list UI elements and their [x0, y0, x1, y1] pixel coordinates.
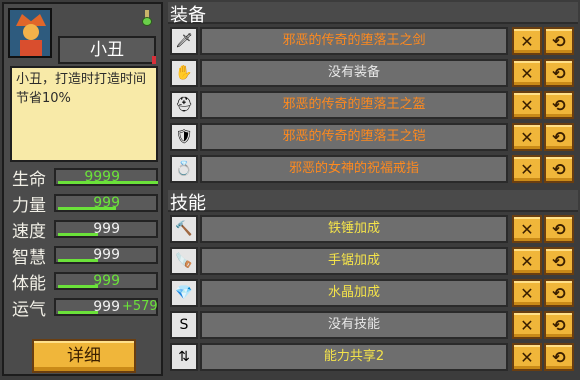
jester-head-icon: [23, 24, 39, 40]
remove-button[interactable]: ✕: [512, 247, 542, 275]
stat-row: 运气 999 +579: [10, 296, 160, 320]
stat-value-box: 9999: [54, 168, 158, 186]
stat-value-box: 999: [54, 246, 158, 264]
character-description: 小丑，打造时打造时间节省10%: [10, 66, 158, 162]
remove-button[interactable]: ✕: [512, 215, 542, 243]
remove-button[interactable]: ✕: [512, 279, 542, 307]
character-name-label: 小丑: [90, 40, 124, 60]
replace-button[interactable]: ⟲: [544, 343, 574, 371]
stat-bar: [58, 259, 98, 262]
hammer-icon[interactable]: 🔨: [170, 215, 198, 243]
skill-row: ⇅ 能力共享2 ✕ ⟲: [168, 342, 578, 372]
item-name: 没有技能: [200, 311, 508, 339]
stat-row: 速度 999: [10, 218, 160, 242]
remove-button[interactable]: ✕: [512, 91, 542, 119]
stat-bar: [58, 285, 98, 288]
stat-value-box: 999 +579: [54, 298, 158, 316]
ring-icon[interactable]: 💍: [170, 155, 198, 183]
stat-label: 运气: [12, 300, 46, 320]
stat-value-box: 999: [54, 272, 158, 290]
remove-button[interactable]: ✕: [512, 59, 542, 87]
equipment-header: 装备: [168, 2, 578, 26]
remove-button[interactable]: ✕: [512, 343, 542, 371]
skill-row: 🔨 铁锤加成 ✕ ⟲: [168, 214, 578, 244]
replace-button[interactable]: ⟲: [544, 155, 574, 183]
replace-button[interactable]: ⟲: [544, 215, 574, 243]
stat-label: 生命: [12, 170, 46, 190]
remove-button[interactable]: ✕: [512, 155, 542, 183]
skills-header: 技能: [168, 190, 578, 214]
stat-bar: [58, 233, 98, 236]
stat-bonus: +579: [122, 299, 158, 314]
remove-button[interactable]: ✕: [512, 311, 542, 339]
remove-button[interactable]: ✕: [512, 27, 542, 55]
flag-icon: [152, 56, 156, 64]
crystal-icon[interactable]: 💎: [170, 279, 198, 307]
stat-row: 力量 999: [10, 192, 160, 216]
item-name: 邪恶的传奇的堕落王之铠: [200, 123, 508, 151]
equipment-row: ⛑ 邪恶的传奇的堕落王之盔 ✕ ⟲: [168, 90, 578, 120]
item-name: 手锯加成: [200, 247, 508, 275]
stat-label: 体能: [12, 274, 46, 294]
item-name: 邪恶的传奇的堕落王之剑: [200, 27, 508, 55]
skill-row: 🪚 手锯加成 ✕ ⟲: [168, 246, 578, 276]
saw-icon[interactable]: 🪚: [170, 247, 198, 275]
stat-bar: [58, 311, 98, 314]
stat-row: 体能 999: [10, 270, 160, 294]
stat-bar: [58, 207, 116, 210]
replace-button[interactable]: ⟲: [544, 91, 574, 119]
equipment-row: 💍 邪恶的女神的祝福戒指 ✕ ⟲: [168, 154, 578, 184]
stat-bar: [58, 181, 158, 184]
detail-button[interactable]: 详细: [32, 339, 136, 373]
armor-icon[interactable]: 🛡: [170, 123, 198, 151]
item-name: 没有装备: [200, 59, 508, 87]
jester-body-icon: [20, 40, 42, 56]
item-name: 水晶加成: [200, 279, 508, 307]
stat-label: 智慧: [12, 248, 46, 268]
replace-button[interactable]: ⟲: [544, 59, 574, 87]
skill-empty-icon[interactable]: S: [170, 311, 198, 339]
replace-button[interactable]: ⟲: [544, 311, 574, 339]
equipment-row: 🛡 邪恶的传奇的堕落王之铠 ✕ ⟲: [168, 122, 578, 152]
stat-row: 智慧 999: [10, 244, 160, 268]
stat-label: 速度: [12, 222, 46, 242]
stat-value-box: 999: [54, 194, 158, 212]
stat-value-box: 999: [54, 220, 158, 238]
skill-row: S 没有技能 ✕ ⟲: [168, 310, 578, 340]
share-icon[interactable]: ⇅: [170, 343, 198, 371]
character-name: 小丑: [58, 36, 156, 64]
skill-row: 💎 水晶加成 ✕ ⟲: [168, 278, 578, 308]
item-name: 邪恶的女神的祝福戒指: [200, 155, 508, 183]
character-portrait[interactable]: [8, 8, 52, 58]
glove-icon[interactable]: ✋: [170, 59, 198, 87]
game-screen: 小丑 小丑，打造时打造时间节省10% 生命 9999 力量 999 速度 999 智慧 999…: [0, 0, 580, 380]
skills-title: 技能: [170, 193, 206, 214]
equipment-row: ✋ 没有装备 ✕ ⟲: [168, 58, 578, 88]
stat-row: 生命 9999: [10, 166, 160, 190]
character-panel: 小丑 小丑，打造时打造时间节省10% 生命 9999 力量 999 速度 999 智慧 999…: [2, 2, 163, 376]
item-name: 能力共享2: [200, 343, 508, 371]
item-name: 邪恶的传奇的堕落王之盔: [200, 91, 508, 119]
equipment-title: 装备: [170, 5, 206, 26]
helmet-icon[interactable]: ⛑: [170, 91, 198, 119]
replace-button[interactable]: ⟲: [544, 279, 574, 307]
remove-button[interactable]: ✕: [512, 123, 542, 151]
replace-button[interactable]: ⟲: [544, 123, 574, 151]
equipment-row: 🗡 邪恶的传奇的堕落王之剑 ✕ ⟲: [168, 26, 578, 56]
sword-icon[interactable]: 🗡: [170, 27, 198, 55]
item-name: 铁锤加成: [200, 215, 508, 243]
stat-label: 力量: [12, 196, 46, 216]
replace-button[interactable]: ⟲: [544, 27, 574, 55]
replace-button[interactable]: ⟲: [544, 247, 574, 275]
medal-icon: [142, 10, 152, 26]
